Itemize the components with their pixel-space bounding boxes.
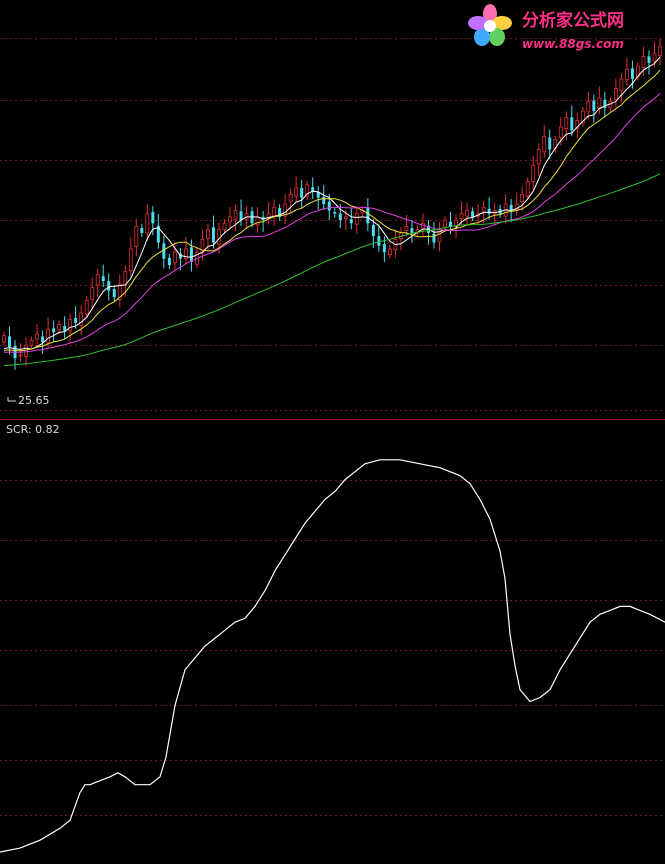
candle-body-24 xyxy=(134,226,139,247)
candle-body-95 xyxy=(525,181,530,197)
candle-body-87 xyxy=(481,206,486,212)
candle-body-34 xyxy=(189,247,193,262)
candle-body-78 xyxy=(432,233,436,243)
chart-background xyxy=(0,0,665,864)
candle-body-18 xyxy=(101,276,105,282)
candle-body-52 xyxy=(288,194,293,203)
candle-body-64 xyxy=(354,213,359,225)
candle-body-43 xyxy=(239,211,243,221)
candle-body-101 xyxy=(558,126,563,138)
candle-body-73 xyxy=(404,226,409,231)
candle-body-114 xyxy=(630,68,634,79)
candle-body-53 xyxy=(294,187,299,197)
candle-body-102 xyxy=(564,117,569,130)
candle-body-12 xyxy=(68,319,73,332)
candle-body-103 xyxy=(570,117,574,131)
candle-body-25 xyxy=(140,228,144,233)
candle-body-106 xyxy=(586,100,591,113)
candle-body-68 xyxy=(377,236,381,246)
candle-body-112 xyxy=(619,78,624,92)
low-price-label: 25.65 xyxy=(18,394,50,407)
candle-body-13 xyxy=(74,317,78,323)
candle-body-41 xyxy=(228,216,232,223)
candle-body-84 xyxy=(465,210,469,217)
candle-body-19 xyxy=(107,281,111,291)
candle-body-11 xyxy=(63,326,67,331)
candle-body-6 xyxy=(35,333,39,340)
candle-body-10 xyxy=(57,323,62,331)
candle-body-74 xyxy=(410,228,414,233)
candle-body-60 xyxy=(333,212,337,214)
candle-body-16 xyxy=(90,287,95,300)
candle-body-61 xyxy=(338,213,342,221)
candle-body-66 xyxy=(366,208,370,224)
candle-body-97 xyxy=(536,149,541,165)
candle-body-7 xyxy=(41,336,45,343)
candle-body-5 xyxy=(29,340,34,346)
watermark-title: 分析家公式网 xyxy=(522,10,624,31)
candle-body-88 xyxy=(487,208,491,214)
candle-body-42 xyxy=(233,210,238,220)
candle-body-118 xyxy=(652,52,657,62)
candle-body-117 xyxy=(647,56,651,63)
candle-body-3 xyxy=(18,354,23,357)
watermark-url: www.88gs.com xyxy=(522,37,624,51)
candle-body-9 xyxy=(52,328,56,333)
candle-body-20 xyxy=(112,289,116,298)
candle-body-99 xyxy=(548,137,552,150)
stock-chart: 25.65 SCR: 0.82 分析家公式网 www.88gs.com xyxy=(0,0,665,864)
candle-body-58 xyxy=(322,196,326,205)
indicator-title: SCR: 0.82 xyxy=(6,423,60,436)
candle-body-54 xyxy=(300,188,304,198)
candle-body-8 xyxy=(46,328,51,344)
candle-body-40 xyxy=(222,222,227,231)
candle-body-49 xyxy=(272,206,277,217)
candle-body-116 xyxy=(641,56,646,69)
candle-body-56 xyxy=(311,187,315,192)
candle-body-113 xyxy=(625,68,629,81)
candle-body-37 xyxy=(206,229,210,239)
candle-body-69 xyxy=(382,244,386,253)
candle-body-31 xyxy=(172,251,177,264)
candle-body-4 xyxy=(24,344,28,357)
candle-body-98 xyxy=(542,136,547,153)
candle-body-67 xyxy=(371,224,375,237)
candle-body-46 xyxy=(255,216,260,226)
candle-body-62 xyxy=(343,216,348,219)
candle-body-15 xyxy=(84,299,89,315)
candle-body-96 xyxy=(531,165,536,182)
candle-body-1 xyxy=(8,336,12,347)
candle-body-0 xyxy=(2,335,6,343)
candle-body-59 xyxy=(327,201,331,211)
candle-body-80 xyxy=(443,219,447,228)
candle-body-26 xyxy=(145,213,150,234)
candle-body-119 xyxy=(658,46,662,57)
candle-body-85 xyxy=(471,211,475,217)
candle-body-111 xyxy=(613,88,618,101)
candle-body-94 xyxy=(520,194,525,203)
candle-body-23 xyxy=(128,248,133,272)
candle-body-108 xyxy=(597,97,602,109)
candle-body-30 xyxy=(167,257,171,266)
candle-body-81 xyxy=(449,221,453,227)
candle-body-38 xyxy=(211,227,215,243)
candle-body-63 xyxy=(349,219,353,224)
candle-body-107 xyxy=(592,100,596,111)
candle-body-17 xyxy=(95,274,100,286)
candle-body-70 xyxy=(387,248,392,256)
candle-body-83 xyxy=(459,213,464,219)
candle-body-27 xyxy=(151,212,155,224)
